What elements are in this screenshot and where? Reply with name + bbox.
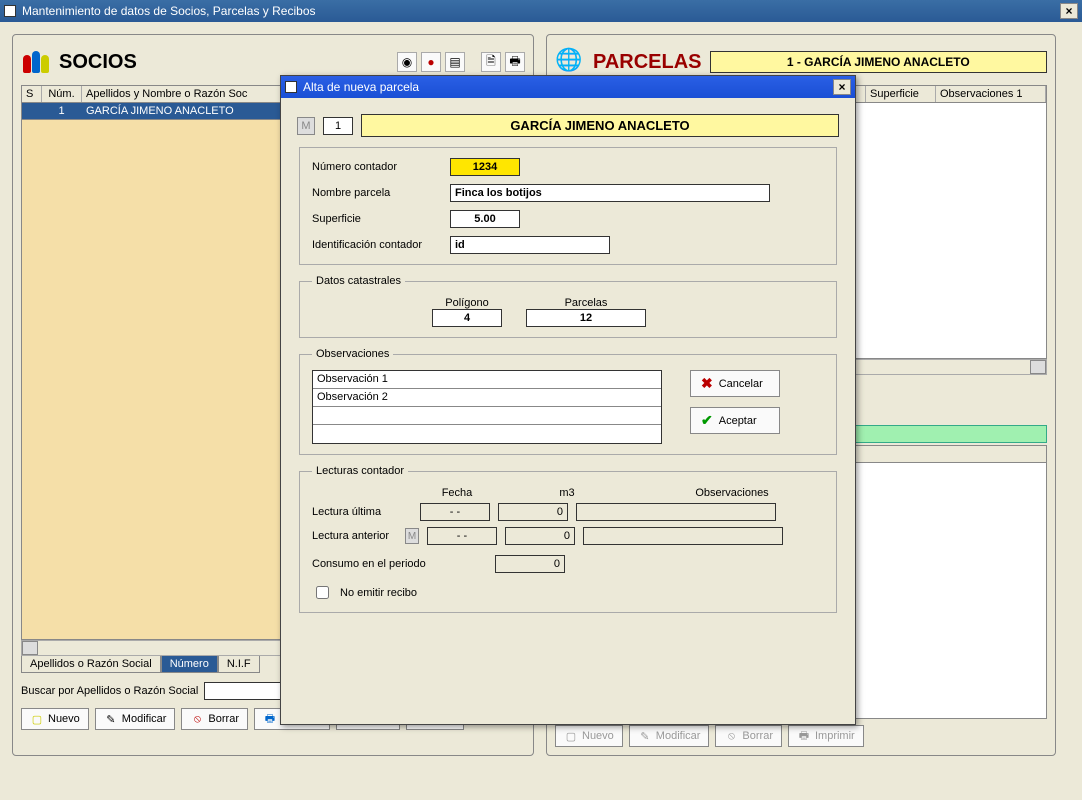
consumo-input[interactable] xyxy=(495,555,565,573)
nuevo-button[interactable]: ▢Nuevo xyxy=(21,708,89,730)
close-icon[interactable]: × xyxy=(833,79,851,95)
poligono-label: Polígono xyxy=(432,297,502,309)
anterior-fecha[interactable] xyxy=(427,527,497,545)
m-button[interactable]: M xyxy=(297,117,315,135)
fecha-header: Fecha xyxy=(422,487,492,499)
tab-numero[interactable]: Número xyxy=(161,656,218,673)
ultima-m3[interactable] xyxy=(498,503,568,521)
edit-icon: ✎ xyxy=(638,729,652,743)
superficie-input[interactable] xyxy=(450,210,520,228)
parcelas-label: Parcelas xyxy=(526,297,646,309)
m3-header: m3 xyxy=(532,487,602,499)
aceptar-button[interactable]: ✔Aceptar xyxy=(690,407,780,434)
check-icon: ✔ xyxy=(701,412,713,429)
no-emitir-label: No emitir recibo xyxy=(340,587,417,599)
printer-icon: 🖶 xyxy=(263,712,277,726)
col-num[interactable]: Núm. xyxy=(42,86,82,102)
scroll-right-icon[interactable] xyxy=(1030,360,1046,374)
obs-header: Observaciones xyxy=(642,487,822,499)
col-superficie[interactable]: Superficie xyxy=(866,86,936,102)
ident-input[interactable] xyxy=(450,236,610,254)
delete-icon: ⦸ xyxy=(724,729,738,743)
parcelas-input[interactable] xyxy=(526,309,646,327)
tab-nif[interactable]: N.I.F xyxy=(218,656,260,673)
new-icon: ▢ xyxy=(564,729,578,743)
imprimir-button-2: 🖶Imprimir xyxy=(788,725,864,747)
modificar-button-2: ✎Modificar xyxy=(629,725,710,747)
anterior-m3[interactable] xyxy=(505,527,575,545)
close-icon[interactable]: × xyxy=(1060,3,1078,19)
socios-heading: SOCIOS xyxy=(59,51,137,74)
socio-name: GARCÍA JIMENO ANACLETO xyxy=(361,114,839,137)
dialog-title: Alta de nueva parcela xyxy=(303,80,419,94)
obs-item[interactable]: Observación 2 xyxy=(313,389,661,407)
window-icon xyxy=(285,81,297,93)
parcelas-heading: PARCELAS xyxy=(593,51,702,74)
basic-fields: Número contador Nombre parcela Superfici… xyxy=(299,147,837,265)
ultima-fecha[interactable] xyxy=(420,503,490,521)
borrar-button-2: ⦸Borrar xyxy=(715,725,782,747)
row-num: 1 xyxy=(42,103,82,119)
obs-item[interactable]: Observación 1 xyxy=(313,371,661,389)
nombre-label: Nombre parcela xyxy=(312,187,442,199)
catastrales-fieldset: Datos catastrales Polígono Parcelas xyxy=(299,275,837,338)
people-icon xyxy=(21,47,51,77)
ultima-label: Lectura última xyxy=(312,506,412,518)
no-emitir-checkbox[interactable] xyxy=(316,586,329,599)
cancelar-button[interactable]: ✖Cancelar xyxy=(690,370,780,397)
delete-icon: ⦸ xyxy=(190,712,204,726)
lecturas-fieldset: Lecturas contador Fecha m3 Observaciones… xyxy=(299,465,837,613)
catastrales-legend: Datos catastrales xyxy=(312,275,405,287)
new-icon: ▢ xyxy=(30,712,44,726)
anterior-obs[interactable] xyxy=(583,527,783,545)
nombre-input[interactable] xyxy=(450,184,770,202)
socio-num: 1 xyxy=(323,117,353,135)
record-icon[interactable]: ● xyxy=(421,52,441,72)
observaciones-fieldset: Observaciones Observación 1 Observación … xyxy=(299,348,837,455)
modificar-button[interactable]: ✎Modificar xyxy=(95,708,176,730)
window-title: Mantenimiento de datos de Socios, Parcel… xyxy=(22,4,316,18)
page-icon[interactable]: 🗎 xyxy=(481,52,501,72)
globe-icon: 🌐 xyxy=(555,47,585,77)
form-icon[interactable]: ▤ xyxy=(445,52,465,72)
anterior-label: Lectura anterior xyxy=(312,530,397,542)
ultima-obs[interactable] xyxy=(576,503,776,521)
medal-icon[interactable]: ◉ xyxy=(397,52,417,72)
observaciones-list[interactable]: Observación 1 Observación 2 xyxy=(312,370,662,444)
parcelas-toolbar: ▢Nuevo ✎Modificar ⦸Borrar 🖶Imprimir xyxy=(555,725,1047,747)
m-button-2[interactable]: M xyxy=(405,528,419,544)
print-icon[interactable]: 🖶 xyxy=(505,52,525,72)
num-contador-input[interactable] xyxy=(450,158,520,176)
consumo-label: Consumo en el periodo xyxy=(312,558,487,570)
ident-label: Identificación contador xyxy=(312,239,442,251)
main-titlebar: Mantenimiento de datos de Socios, Parcel… xyxy=(0,0,1082,22)
num-contador-label: Número contador xyxy=(312,161,442,173)
superficie-label: Superficie xyxy=(312,213,442,225)
col-s[interactable]: S xyxy=(22,86,42,102)
nuevo-button-2: ▢Nuevo xyxy=(555,725,623,747)
borrar-button[interactable]: ⦸Borrar xyxy=(181,708,248,730)
obs-item-empty[interactable] xyxy=(313,425,661,443)
tab-apellidos[interactable]: Apellidos o Razón Social xyxy=(21,656,161,673)
lecturas-legend: Lecturas contador xyxy=(312,465,408,477)
poligono-input[interactable] xyxy=(432,309,502,327)
parcelas-banner: 1 - GARCÍA JIMENO ANACLETO xyxy=(710,51,1047,73)
edit-icon: ✎ xyxy=(104,712,118,726)
printer-icon: 🖶 xyxy=(797,729,811,743)
dialog-titlebar: Alta de nueva parcela × xyxy=(281,76,855,98)
window-icon xyxy=(4,5,16,17)
search-label: Buscar por Apellidos o Razón Social xyxy=(21,685,198,697)
observaciones-legend: Observaciones xyxy=(312,348,393,360)
alta-parcela-dialog: Alta de nueva parcela × M 1 GARCÍA JIMEN… xyxy=(280,75,856,725)
col-obs1[interactable]: Observaciones 1 xyxy=(936,86,1046,102)
obs-item-empty[interactable] xyxy=(313,407,661,425)
scroll-left-icon[interactable] xyxy=(22,641,38,655)
cancel-icon: ✖ xyxy=(701,375,713,392)
